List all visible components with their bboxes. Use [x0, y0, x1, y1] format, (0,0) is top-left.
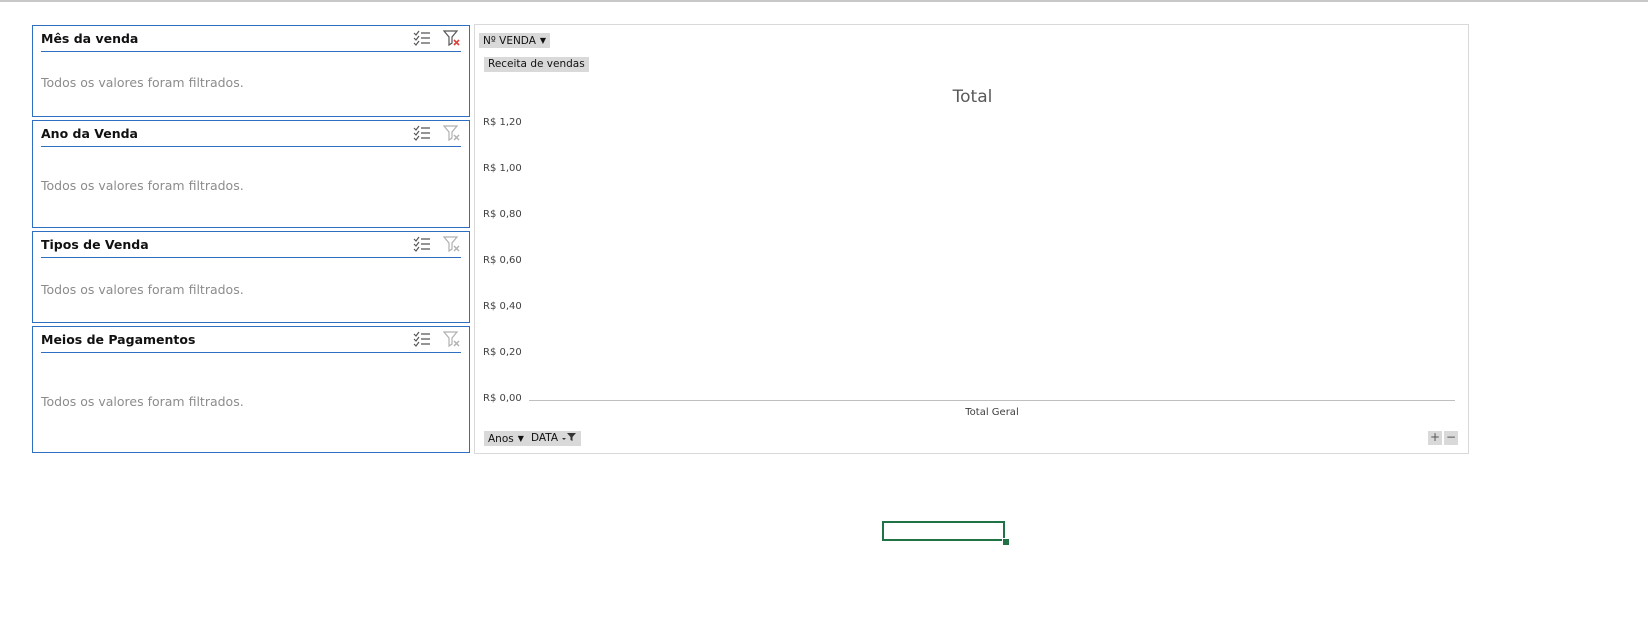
x-axis-line	[529, 400, 1455, 401]
slicer-ano-da-venda[interactable]: Ano da Venda Todos os valores foram filt…	[32, 120, 470, 228]
y-tick-label: R$ 0,80	[483, 209, 522, 220]
chart-title: Total	[952, 87, 993, 107]
slicer-header: Tipos de Venda	[41, 232, 461, 258]
values-field-label: Receita de vendas	[488, 58, 585, 70]
y-tick-label: R$ 0,60	[483, 255, 522, 266]
slicer-header: Mês da venda	[41, 26, 461, 52]
slicer-title: Tipos de Venda	[41, 237, 149, 252]
slicer-empty-message: Todos os valores foram filtrados.	[41, 282, 244, 297]
axis-field-label: DATA	[531, 432, 559, 444]
y-tick-label: R$ 0,20	[483, 347, 522, 358]
y-tick-label: R$ 0,00	[483, 393, 522, 404]
y-tick-label: R$ 0,40	[483, 301, 522, 312]
slicer-title: Mês da venda	[41, 31, 139, 46]
expand-field-button[interactable]: +	[1428, 431, 1442, 445]
dropdown-arrow-icon: ▼	[517, 434, 524, 443]
filter-field-button[interactable]: Nº VENDA ▼	[479, 33, 551, 48]
clear-filter-icon[interactable]	[443, 330, 461, 348]
clear-filter-icon[interactable]	[443, 29, 461, 47]
slicer-empty-message: Todos os valores foram filtrados.	[41, 75, 244, 90]
y-tick-label: R$ 1,20	[483, 117, 522, 128]
axis-field-button-anos[interactable]: Anos ▼	[484, 431, 528, 446]
axis-field-label: Anos	[488, 433, 514, 445]
slicer-header: Ano da Venda	[41, 121, 461, 147]
slicer-header: Meios de Pagamentos	[41, 327, 461, 353]
slicer-mes-da-venda[interactable]: Mês da venda Todos os valores foram filt…	[32, 25, 470, 117]
slicer-empty-message: Todos os valores foram filtrados.	[41, 178, 244, 193]
multi-select-icon[interactable]	[413, 235, 431, 253]
filter-dropdown-icon	[562, 433, 577, 441]
filter-field-label: Nº VENDA	[483, 35, 536, 47]
multi-select-icon[interactable]	[413, 330, 431, 348]
multi-select-icon[interactable]	[413, 124, 431, 142]
clear-filter-icon[interactable]	[443, 124, 461, 142]
slicer-meios-de-pagamentos[interactable]: Meios de Pagamentos Todos os valores for…	[32, 326, 470, 453]
x-category-label: Total Geral	[965, 407, 1019, 418]
slicer-title: Ano da Venda	[41, 126, 138, 141]
slicer-tipos-de-venda[interactable]: Tipos de Venda Todos os valores foram fi…	[32, 231, 470, 323]
y-tick-label: R$ 1,00	[483, 163, 522, 174]
axis-field-button-data[interactable]: DATA	[527, 431, 582, 446]
slicer-empty-message: Todos os valores foram filtrados.	[41, 394, 244, 409]
multi-select-icon[interactable]	[413, 29, 431, 47]
slicer-title: Meios de Pagamentos	[41, 332, 196, 347]
window-top-border	[0, 0, 1648, 2]
fill-handle[interactable]	[1002, 538, 1010, 546]
active-cell-selection[interactable]	[882, 521, 1005, 541]
collapse-field-button[interactable]: −	[1444, 431, 1458, 445]
values-field-button[interactable]: Receita de vendas	[484, 57, 589, 72]
dropdown-arrow-icon: ▼	[539, 36, 547, 45]
clear-filter-icon[interactable]	[443, 235, 461, 253]
pivot-chart[interactable]: Nº VENDA ▼ Receita de vendas Total R$ 1,2…	[474, 24, 1469, 454]
